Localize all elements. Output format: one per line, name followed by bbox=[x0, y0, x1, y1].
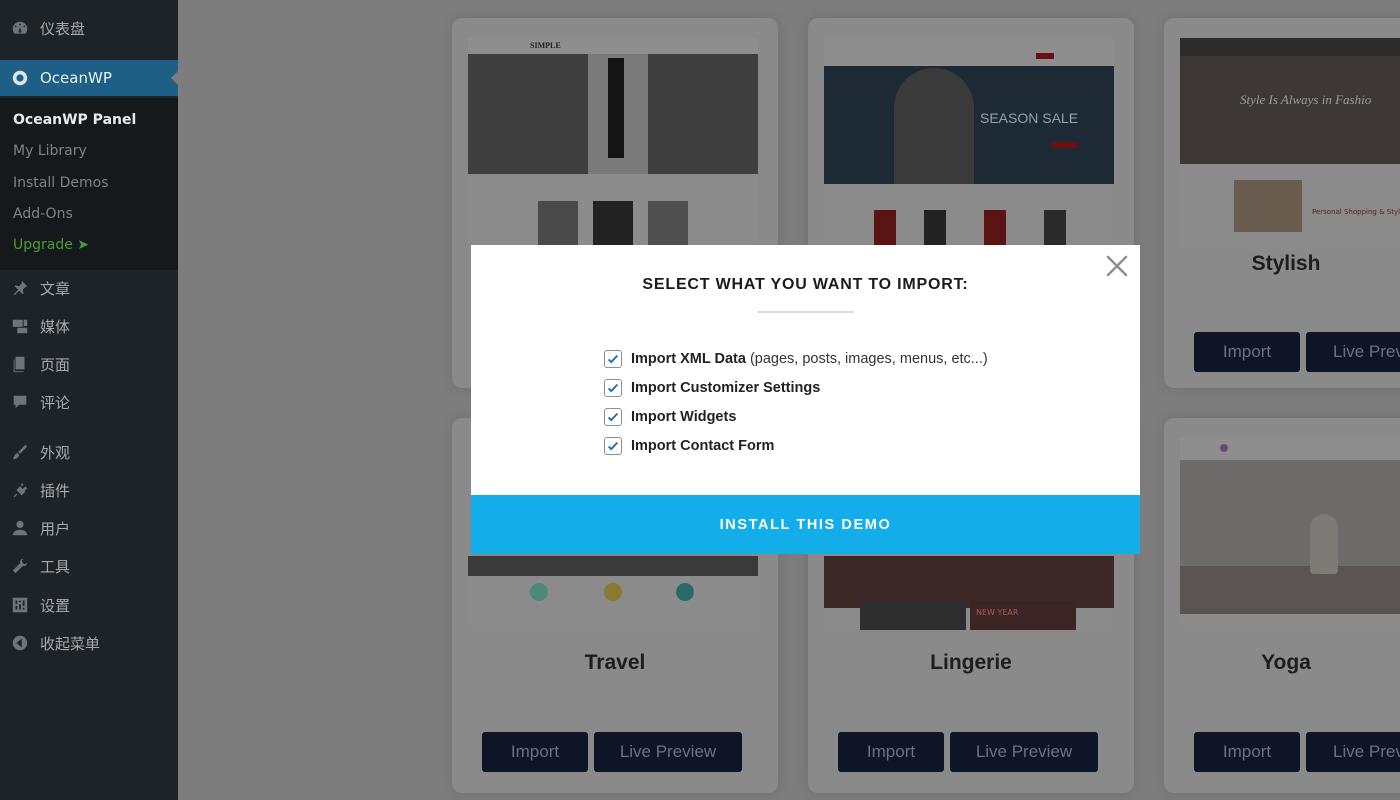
option-note: (pages, posts, images, menus, etc...) bbox=[749, 351, 988, 367]
modal-title: SELECT WHAT YOU WANT TO IMPORT: bbox=[642, 276, 969, 293]
menu-dashboard[interactable]: 仪表盘 bbox=[0, 10, 178, 46]
menu-oceanwp-label: OceanWP bbox=[40, 69, 112, 87]
dashboard-icon bbox=[10, 18, 30, 38]
demo-card-stylish: Style Is Always in Fashio Personal Shopp… bbox=[1164, 18, 1400, 388]
demo-tagline: Style Is Always in Fashio bbox=[1240, 92, 1372, 107]
option-label: Import XML Data bbox=[631, 351, 746, 367]
widgets-checkbox[interactable] bbox=[604, 408, 622, 426]
import-button[interactable]: Import bbox=[1194, 332, 1300, 372]
demo-thumbnail bbox=[1180, 438, 1400, 630]
option-xml-data: Import XML Data (pages, posts, images, m… bbox=[604, 349, 988, 369]
menu-plugins[interactable]: 插件 bbox=[0, 472, 178, 508]
option-customizer: Import Customizer Settings bbox=[604, 378, 820, 398]
demo-title: Yoga bbox=[1261, 651, 1311, 674]
menu-tools-label: 工具 bbox=[40, 557, 71, 576]
menu-media-label: 媒体 bbox=[40, 317, 71, 336]
demo-title: Lingerie bbox=[930, 651, 1012, 674]
settings-icon bbox=[10, 595, 30, 615]
user-icon bbox=[10, 518, 30, 538]
menu-posts-label: 文章 bbox=[40, 279, 71, 298]
submenu-install-demos[interactable]: Install Demos bbox=[13, 175, 108, 191]
demo-thumbnail: SEASON SALE bbox=[824, 38, 1114, 250]
plugin-icon bbox=[10, 480, 30, 500]
oceanwp-icon bbox=[10, 68, 30, 88]
live-preview-button[interactable]: Live Prev bbox=[1306, 732, 1400, 772]
pages-icon bbox=[10, 354, 30, 374]
menu-settings-label: 设置 bbox=[40, 596, 71, 615]
menu-posts[interactable]: 文章 bbox=[0, 270, 178, 306]
menu-comments-label: 评论 bbox=[40, 393, 71, 412]
install-demo-button[interactable]: INSTALL THIS DEMO bbox=[471, 495, 1140, 554]
submenu-oceanwp-panel[interactable]: OceanWP Panel bbox=[13, 112, 136, 128]
menu-pages-label: 页面 bbox=[40, 355, 71, 374]
menu-media[interactable]: 媒体 bbox=[0, 308, 178, 344]
menu-users-label: 用户 bbox=[40, 519, 71, 538]
live-preview-button[interactable]: Live Preview bbox=[594, 732, 742, 772]
menu-pages[interactable]: 页面 bbox=[0, 346, 178, 382]
demo-new-year: NEW YEAR bbox=[976, 608, 1019, 617]
wrench-icon bbox=[10, 556, 30, 576]
demo-sale-text: SEASON SALE bbox=[980, 110, 1079, 126]
option-contact-form: Import Contact Form bbox=[604, 436, 774, 456]
demo-thumbnail: Style Is Always in Fashio Personal Shopp… bbox=[1180, 38, 1400, 250]
demo-card-yoga: Yoga Import Live Prev bbox=[1164, 418, 1400, 793]
xml-data-checkbox[interactable] bbox=[604, 350, 622, 368]
live-preview-button[interactable]: Live Prev bbox=[1306, 332, 1400, 372]
title-divider bbox=[757, 311, 854, 313]
oceanwp-submenu: OceanWP Panel My Library Install Demos A… bbox=[0, 98, 178, 270]
import-modal: SELECT WHAT YOU WANT TO IMPORT: Import X… bbox=[471, 245, 1140, 554]
menu-users[interactable]: 用户 bbox=[0, 510, 178, 546]
option-label: Import Widgets bbox=[631, 409, 737, 425]
menu-comments[interactable]: 评论 bbox=[0, 384, 178, 420]
menu-settings[interactable]: 设置 bbox=[0, 587, 178, 623]
contact-form-checkbox[interactable] bbox=[604, 437, 622, 455]
option-label: Import Contact Form bbox=[631, 438, 775, 454]
import-button[interactable]: Import bbox=[838, 732, 944, 772]
submenu-add-ons[interactable]: Add-Ons bbox=[13, 206, 73, 222]
comment-icon bbox=[10, 392, 30, 412]
menu-oceanwp[interactable]: OceanWP bbox=[0, 60, 179, 96]
customizer-checkbox[interactable] bbox=[604, 379, 622, 397]
submenu-my-library[interactable]: My Library bbox=[13, 143, 87, 159]
demo-title: Travel bbox=[584, 651, 646, 674]
menu-appearance-label: 外观 bbox=[40, 443, 71, 462]
import-button[interactable]: Import bbox=[482, 732, 588, 772]
active-menu-pointer bbox=[171, 70, 179, 86]
demo-sub: Personal Shopping & Stylin bbox=[1312, 208, 1400, 216]
menu-tools[interactable]: 工具 bbox=[0, 548, 178, 584]
demo-logo: SIMPLE bbox=[530, 41, 561, 50]
brush-icon bbox=[10, 442, 30, 462]
menu-collapse[interactable]: 收起菜单 bbox=[0, 625, 178, 661]
menu-appearance[interactable]: 外观 bbox=[0, 434, 178, 470]
submenu-upgrade[interactable]: Upgrade ➤ bbox=[13, 237, 89, 253]
option-label: Import Customizer Settings bbox=[631, 380, 821, 396]
demo-title: Stylish bbox=[1251, 252, 1321, 275]
live-preview-button[interactable]: Live Preview bbox=[950, 732, 1098, 772]
menu-collapse-label: 收起菜单 bbox=[40, 634, 101, 653]
collapse-icon bbox=[10, 633, 30, 653]
menu-dashboard-label: 仪表盘 bbox=[40, 19, 86, 38]
media-icon bbox=[10, 316, 30, 336]
demo-thumbnail: SIMPLE bbox=[468, 38, 758, 250]
close-icon[interactable] bbox=[1105, 254, 1129, 278]
import-button[interactable]: Import bbox=[1194, 732, 1300, 772]
pin-icon bbox=[10, 278, 30, 298]
option-widgets: Import Widgets bbox=[604, 407, 736, 427]
admin-sidebar: 仪表盘 OceanWP OceanWP Panel My Library Ins… bbox=[0, 0, 179, 800]
menu-plugins-label: 插件 bbox=[40, 481, 71, 500]
